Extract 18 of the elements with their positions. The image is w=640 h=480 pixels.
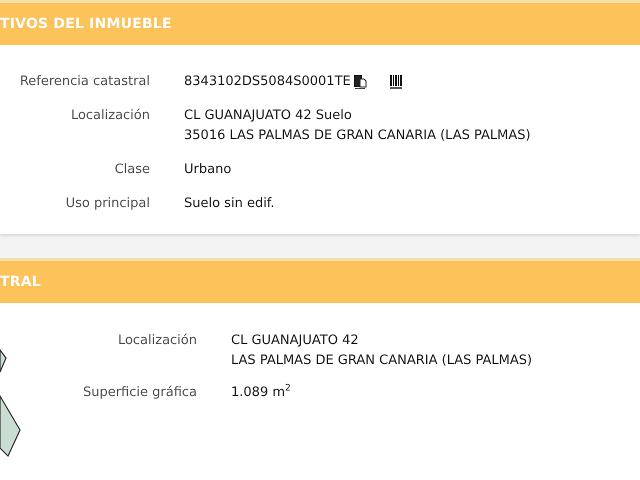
field-value: 8343102DS5084S0001TE xyxy=(184,73,351,91)
barcode-icon[interactable] xyxy=(388,74,403,90)
field-label: Clase xyxy=(114,161,150,179)
copy-icon[interactable] xyxy=(352,74,367,90)
field-label: Uso principal xyxy=(64,195,150,213)
field-value: CL GUANAJUATO 42 Suelo xyxy=(184,107,352,125)
section-title: TRAL xyxy=(0,274,41,290)
field-value: LAS PALMAS DE GRAN CANARIA (LAS PALMAS) xyxy=(231,352,532,370)
field-label: Localización xyxy=(70,107,150,125)
section-title: TIVOS DEL INMUEBLE xyxy=(0,16,172,32)
field-label: Referencia catastral xyxy=(18,73,150,91)
field-value: CL GUANAJUATO 42 xyxy=(231,332,359,350)
field-value: 1.089 m$^{2}$ xyxy=(231,383,291,402)
field-value: 35016 LAS PALMAS DE GRAN CANARIA (LAS PALMAS) xyxy=(184,127,531,145)
field-label: Superficie gráfica xyxy=(82,384,197,402)
field-value: Urbano xyxy=(184,161,232,179)
field-label: Localización xyxy=(116,332,197,350)
field-value: Suelo sin edif. xyxy=(184,195,275,213)
